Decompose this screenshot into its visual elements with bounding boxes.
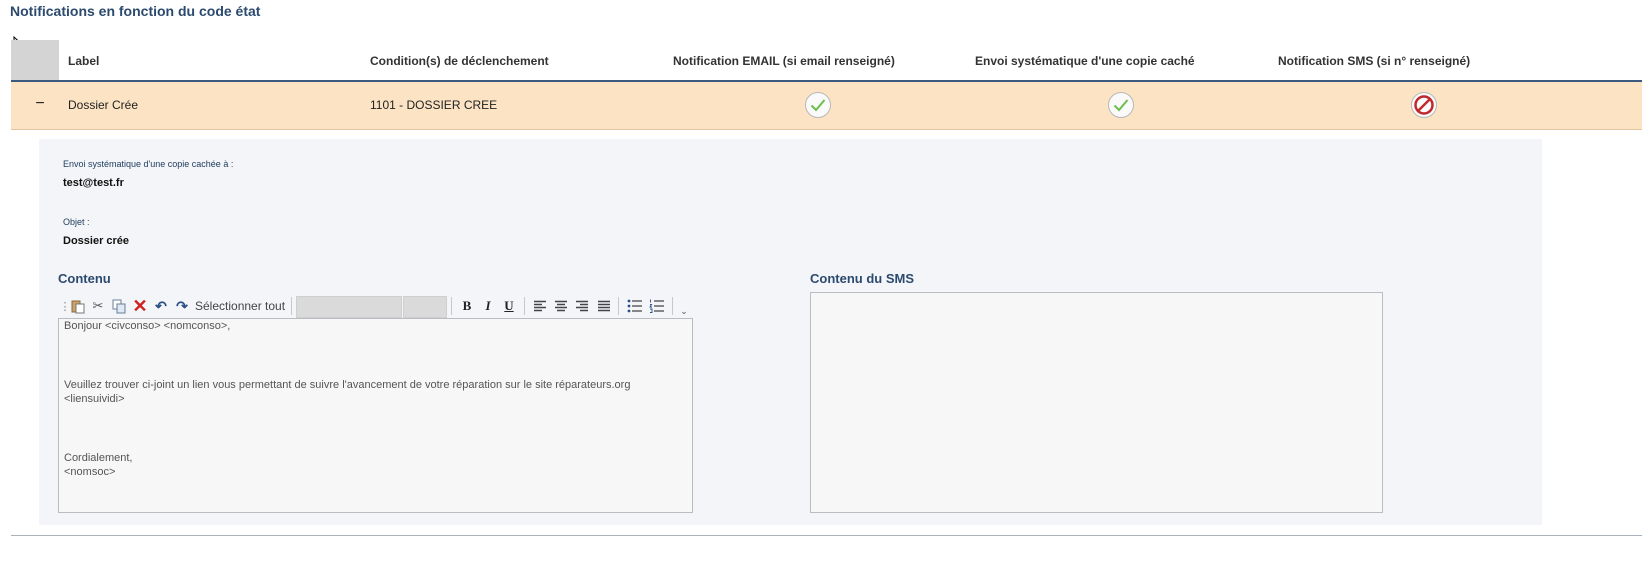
redo-icon[interactable]: ↷: [174, 297, 190, 315]
header-sms[interactable]: Notification SMS (si n° renseigné): [1278, 54, 1470, 68]
align-left-icon[interactable]: [531, 297, 549, 315]
bcc-check-icon: [1108, 92, 1134, 118]
toolbar-separator: [524, 297, 525, 315]
subject-value: Dossier crée: [63, 235, 130, 247]
row-label: Dossier Crée: [68, 98, 139, 112]
header-email[interactable]: Notification EMAIL (si email renseigné): [673, 54, 895, 68]
header-bcc[interactable]: Envoi systématique d'une copie caché: [975, 54, 1195, 68]
header-label[interactable]: Label: [68, 54, 99, 68]
numbered-list-icon[interactable]: [648, 297, 666, 315]
copy-icon[interactable]: [110, 297, 128, 315]
subject-label: Objet :: [63, 217, 90, 227]
header-condition[interactable]: Condition(s) de déclenchement: [370, 54, 549, 68]
content-editor[interactable]: Bonjour <civconso> <nomconso>, Veuillez …: [58, 318, 693, 513]
table-row[interactable]: − Dossier Crée 1101 - DOSSIER CREE: [11, 82, 1642, 130]
bcc-label: Envoi systématique d'une copie cachée à …: [63, 159, 234, 169]
toolbar-grip-icon[interactable]: ⋮: [60, 297, 71, 315]
table-bottom-divider: [11, 535, 1642, 536]
toolbar-separator: [618, 297, 619, 315]
sms-forbidden-icon: [1411, 92, 1437, 118]
sms-content-textarea[interactable]: [810, 292, 1383, 513]
toolbar-separator: [291, 297, 292, 315]
align-center-icon[interactable]: [552, 297, 570, 315]
underline-icon[interactable]: U: [501, 297, 517, 315]
font-size-select[interactable]: [403, 296, 447, 318]
bcc-value: test@test.fr: [63, 177, 124, 189]
editor-line: Bonjour <civconso> <nomconso>,: [64, 320, 231, 332]
row-condition: 1101 - DOSSIER CREE: [370, 98, 498, 112]
toolbar-separator: [672, 297, 673, 315]
editor-line: <nomsoc>: [64, 466, 116, 478]
undo-icon[interactable]: ↶: [153, 297, 169, 315]
email-check-icon: [805, 92, 831, 118]
sms-content-title: Contenu du SMS: [810, 271, 914, 286]
header-corner: [11, 40, 59, 80]
italic-icon[interactable]: I: [480, 297, 496, 315]
paste-icon[interactable]: [69, 297, 87, 315]
align-right-icon[interactable]: [573, 297, 591, 315]
editor-line: <liensuividi>: [64, 393, 125, 405]
align-justify-icon[interactable]: [595, 297, 613, 315]
cut-icon[interactable]: ✂: [90, 297, 106, 315]
row-detail-panel: Envoi systématique d'une copie cachée à …: [39, 139, 1542, 525]
content-title: Contenu: [58, 271, 111, 286]
toolbar-separator: [451, 297, 452, 315]
editor-line: Veuillez trouver ci-joint un lien vous p…: [64, 379, 631, 391]
table-header: Label Condition(s) de déclenchement Noti…: [11, 40, 1642, 82]
editor-toolbar: ⋮ ✂ ✕ ↶ ↷ Sélectionner tout B I U ⌄: [58, 294, 698, 318]
font-family-select[interactable]: [296, 296, 402, 318]
section-title: Notifications en fonction du code état: [10, 3, 261, 19]
bold-icon[interactable]: B: [459, 297, 475, 315]
editor-line: Cordialement,: [64, 452, 133, 464]
delete-icon[interactable]: ✕: [131, 296, 149, 316]
bullet-list-icon[interactable]: [626, 297, 644, 315]
collapse-button[interactable]: −: [33, 92, 47, 116]
